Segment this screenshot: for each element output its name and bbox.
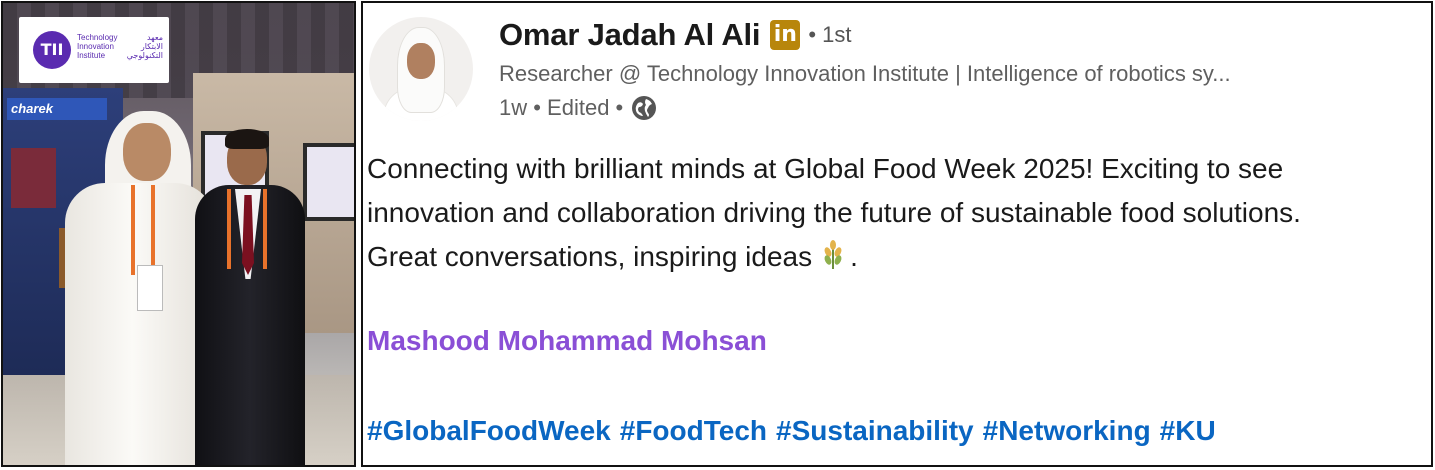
- person-2-lanyard: [227, 189, 267, 269]
- hashtag-link[interactable]: #Networking: [983, 415, 1151, 447]
- post-time: 1w • Edited •: [499, 95, 624, 120]
- author-name[interactable]: Omar Jadah Al Ali: [499, 17, 761, 53]
- hashtag-link[interactable]: #Sustainability: [776, 415, 974, 447]
- author-headline: Researcher @ Technology Innovation Insti…: [499, 61, 1231, 86]
- linkedin-post: Omar Jadah Al Ali in • 1st Researcher @ …: [361, 1, 1433, 467]
- post-meta: 1w • Edited •: [499, 93, 657, 123]
- author-avatar[interactable]: [369, 17, 473, 121]
- tii-logo: TII Technology Innovation Institute معهد…: [19, 17, 169, 83]
- post-body-line: Great conversations, inspiring ideas: [367, 241, 813, 272]
- tii-logo-mark: TII: [33, 31, 71, 69]
- person-1-lanyard: [131, 185, 155, 275]
- hashtag-link[interactable]: #GlobalFoodWeek: [367, 415, 611, 447]
- person-1-face: [123, 123, 171, 181]
- booth-sign: charek: [7, 98, 107, 120]
- avatar-face: [407, 43, 435, 79]
- post-body-line: Connecting with brilliant minds at Globa…: [367, 153, 1284, 184]
- post-body-line-last: Great conversations, inspiring ideas .: [367, 235, 1427, 279]
- author-row: Omar Jadah Al Ali in • 1st: [499, 15, 852, 55]
- booth-screen: [303, 143, 354, 221]
- post-body: Connecting with brilliant minds at Globa…: [367, 147, 1427, 279]
- post-photo[interactable]: charek TII Technology Innovation Institu…: [1, 1, 356, 467]
- hashtag-link[interactable]: #FoodTech: [620, 415, 767, 447]
- person-2-hair: [225, 129, 269, 149]
- person-1-badge: [137, 265, 163, 311]
- post-body-line: innovation and collaboration driving the…: [367, 197, 1301, 228]
- hashtag-link[interactable]: #KU: [1160, 415, 1216, 447]
- wheat-icon: [824, 240, 842, 269]
- connection-degree: • 1st: [808, 22, 852, 47]
- mention-link[interactable]: Mashood Mohammad Mohsan: [367, 325, 767, 357]
- post-body-end: .: [850, 241, 858, 272]
- globe-icon: [632, 96, 657, 120]
- shelf: [11, 148, 56, 208]
- tii-logo-text-ar: معهد الابتكار التكنولوجي: [126, 33, 163, 60]
- linkedin-icon: in: [770, 20, 801, 50]
- hashtag-list: #GlobalFoodWeek #FoodTech #Sustainabilit…: [367, 415, 1216, 447]
- tii-logo-text-en: Technology Innovation Institute: [77, 33, 118, 60]
